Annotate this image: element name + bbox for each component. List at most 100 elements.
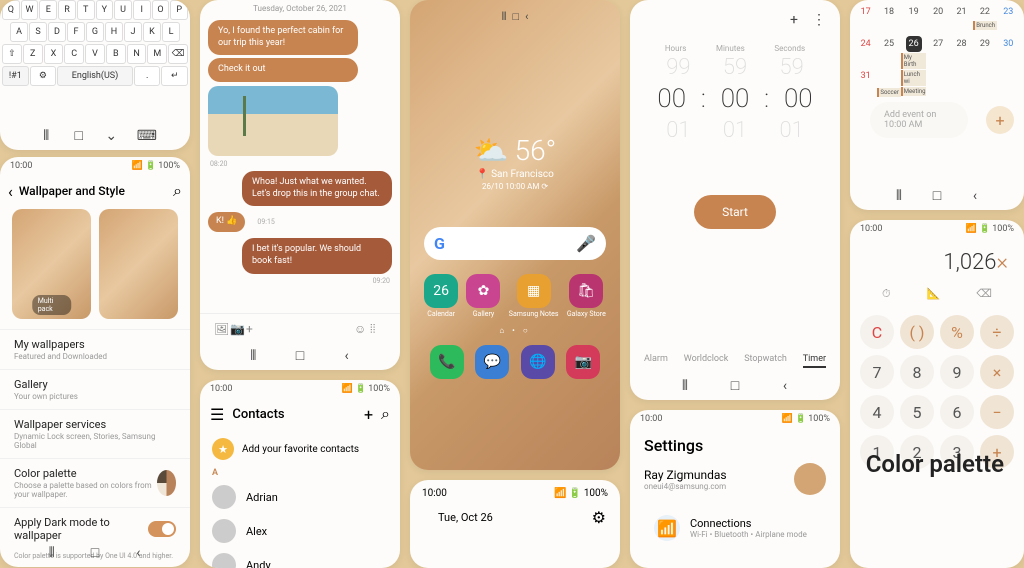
calc-key-( )[interactable]: ( ): [900, 315, 934, 349]
toggle-switch[interactable]: [148, 521, 176, 537]
calc-key-−[interactable]: −: [980, 395, 1014, 429]
key-h[interactable]: H: [105, 22, 123, 42]
key-u[interactable]: U: [114, 0, 132, 20]
key-a[interactable]: A: [10, 22, 28, 42]
key-k[interactable]: K: [143, 22, 161, 42]
key-o[interactable]: O: [152, 0, 170, 20]
history-icon[interactable]: ⏱: [882, 287, 891, 301]
message-image[interactable]: [208, 86, 338, 156]
calendar-day[interactable]: [973, 64, 996, 96]
calc-key-÷[interactable]: ÷: [980, 315, 1014, 349]
message-in[interactable]: Whoa! Just what we wanted. Let's drop th…: [242, 171, 392, 206]
app-calendar[interactable]: 26Calendar: [424, 274, 458, 318]
gallery-item[interactable]: GalleryYour own pictures: [0, 369, 190, 409]
app-gallery[interactable]: ✿Gallery: [466, 274, 500, 318]
key-m[interactable]: M: [147, 44, 167, 64]
calendar-day[interactable]: 31: [854, 64, 877, 96]
key-⌫[interactable]: ⌫: [168, 44, 188, 64]
add-event-input[interactable]: Add event on 10:00 AM: [870, 102, 968, 138]
calendar-day[interactable]: 28: [950, 32, 973, 64]
calc-key-%[interactable]: %: [940, 315, 974, 349]
add-icon[interactable]: +: [790, 12, 798, 28]
key-n[interactable]: N: [127, 44, 147, 64]
key-⚙[interactable]: ⚙: [30, 66, 57, 86]
contact-item[interactable]: Adrian: [200, 480, 400, 514]
home-icon[interactable]: □: [72, 127, 86, 144]
calendar-day[interactable]: 25: [877, 32, 900, 64]
key-!#1[interactable]: !#1: [2, 66, 29, 86]
key-.[interactable]: .: [134, 66, 161, 86]
key-r[interactable]: R: [58, 0, 76, 20]
homescreen-preview[interactable]: [99, 209, 178, 319]
key-english(us)[interactable]: English(US): [57, 66, 133, 86]
calc-key-8[interactable]: 8: [900, 355, 934, 389]
calc-key-4[interactable]: 4: [860, 395, 894, 429]
google-search-bar[interactable]: G 🎤: [424, 227, 606, 260]
key-g[interactable]: G: [86, 22, 104, 42]
key-⇧[interactable]: ⇧: [2, 44, 22, 64]
calendar-day[interactable]: 20: [926, 0, 949, 32]
tab-timer[interactable]: Timer: [803, 354, 826, 368]
emoji-icon[interactable]: ☺: [354, 322, 370, 338]
key-j[interactable]: J: [124, 22, 142, 42]
tab-alarm[interactable]: Alarm: [644, 354, 668, 368]
key-y[interactable]: Y: [96, 0, 114, 20]
calendar-day[interactable]: [997, 64, 1020, 96]
contact-item[interactable]: Alex: [200, 514, 400, 548]
calendar-day[interactable]: 21: [950, 0, 973, 32]
calendar-day[interactable]: 23: [997, 0, 1020, 32]
calendar-day[interactable]: 22Brunch: [973, 0, 996, 32]
calc-key-5[interactable]: 5: [900, 395, 934, 429]
key-b[interactable]: B: [106, 44, 126, 64]
timer-picker-current[interactable]: 00:00:00: [630, 82, 840, 116]
keyboard-icon[interactable]: ⌨: [137, 128, 151, 144]
calendar-day[interactable]: 29: [973, 32, 996, 64]
my-wallpapers-item[interactable]: My wallpapersFeatured and Downloaded: [0, 329, 190, 369]
key-w[interactable]: W: [21, 0, 39, 20]
calc-key-7[interactable]: 7: [860, 355, 894, 389]
dock-app[interactable]: 🌐: [521, 345, 555, 379]
key-↵[interactable]: ↵: [161, 66, 188, 86]
calendar-day[interactable]: 19: [901, 0, 927, 32]
message-out[interactable]: Yo, I found the perfect cabin for our tr…: [208, 20, 358, 55]
back-icon[interactable]: ‹: [8, 182, 13, 201]
color-palette-item[interactable]: Color paletteChoose a palette based on c…: [0, 458, 190, 507]
weather-widget[interactable]: ⛅56° 📍 San Francisco 26/10 10:00 AM ⟳: [410, 134, 620, 191]
timer-picker-prev[interactable]: 995959: [630, 53, 840, 82]
search-icon[interactable]: ⌕: [381, 404, 390, 424]
dock-app[interactable]: 📞: [430, 345, 464, 379]
calendar-day[interactable]: 18: [877, 0, 900, 32]
more-icon[interactable]: ⋮: [812, 12, 826, 28]
backspace-icon[interactable]: ⌫: [976, 287, 992, 301]
key-v[interactable]: V: [85, 44, 105, 64]
calendar-day[interactable]: 30: [997, 32, 1020, 64]
add-event-button[interactable]: +: [986, 106, 1014, 134]
key-z[interactable]: Z: [23, 44, 43, 64]
app-galaxy-store[interactable]: 🛍Galaxy Store: [567, 274, 606, 318]
search-icon[interactable]: ⌕: [173, 181, 182, 201]
calc-key-C[interactable]: C: [860, 315, 894, 349]
calendar-day[interactable]: 27: [926, 32, 949, 64]
key-d[interactable]: D: [48, 22, 66, 42]
back-icon[interactable]: ⌄: [104, 128, 118, 144]
start-button[interactable]: Start: [694, 195, 776, 229]
key-x[interactable]: X: [44, 44, 64, 64]
key-p[interactable]: P: [170, 0, 188, 20]
key-q[interactable]: Q: [2, 0, 20, 20]
tab-stopwatch[interactable]: Stopwatch: [744, 354, 787, 368]
contact-item[interactable]: Andy: [200, 548, 400, 568]
key-c[interactable]: C: [64, 44, 84, 64]
calendar-day[interactable]: [950, 64, 973, 96]
calendar-day[interactable]: 26My BirthLunch wiMeeting: [901, 32, 927, 64]
lockscreen-preview[interactable]: Multi pack: [12, 209, 91, 319]
voice-icon[interactable]: ⦙⦙: [370, 322, 386, 338]
ruler-icon[interactable]: 📐: [927, 287, 941, 301]
tab-worldclock[interactable]: Worldclock: [684, 354, 729, 368]
plus-icon[interactable]: +: [246, 322, 262, 338]
key-e[interactable]: E: [39, 0, 57, 20]
settings-icon[interactable]: ⚙: [592, 508, 606, 527]
mic-icon[interactable]: 🎤: [576, 234, 596, 253]
calc-key-×[interactable]: ×: [980, 355, 1014, 389]
recent-icon[interactable]: ⦀: [39, 128, 53, 144]
menu-icon[interactable]: ☰: [210, 405, 224, 424]
